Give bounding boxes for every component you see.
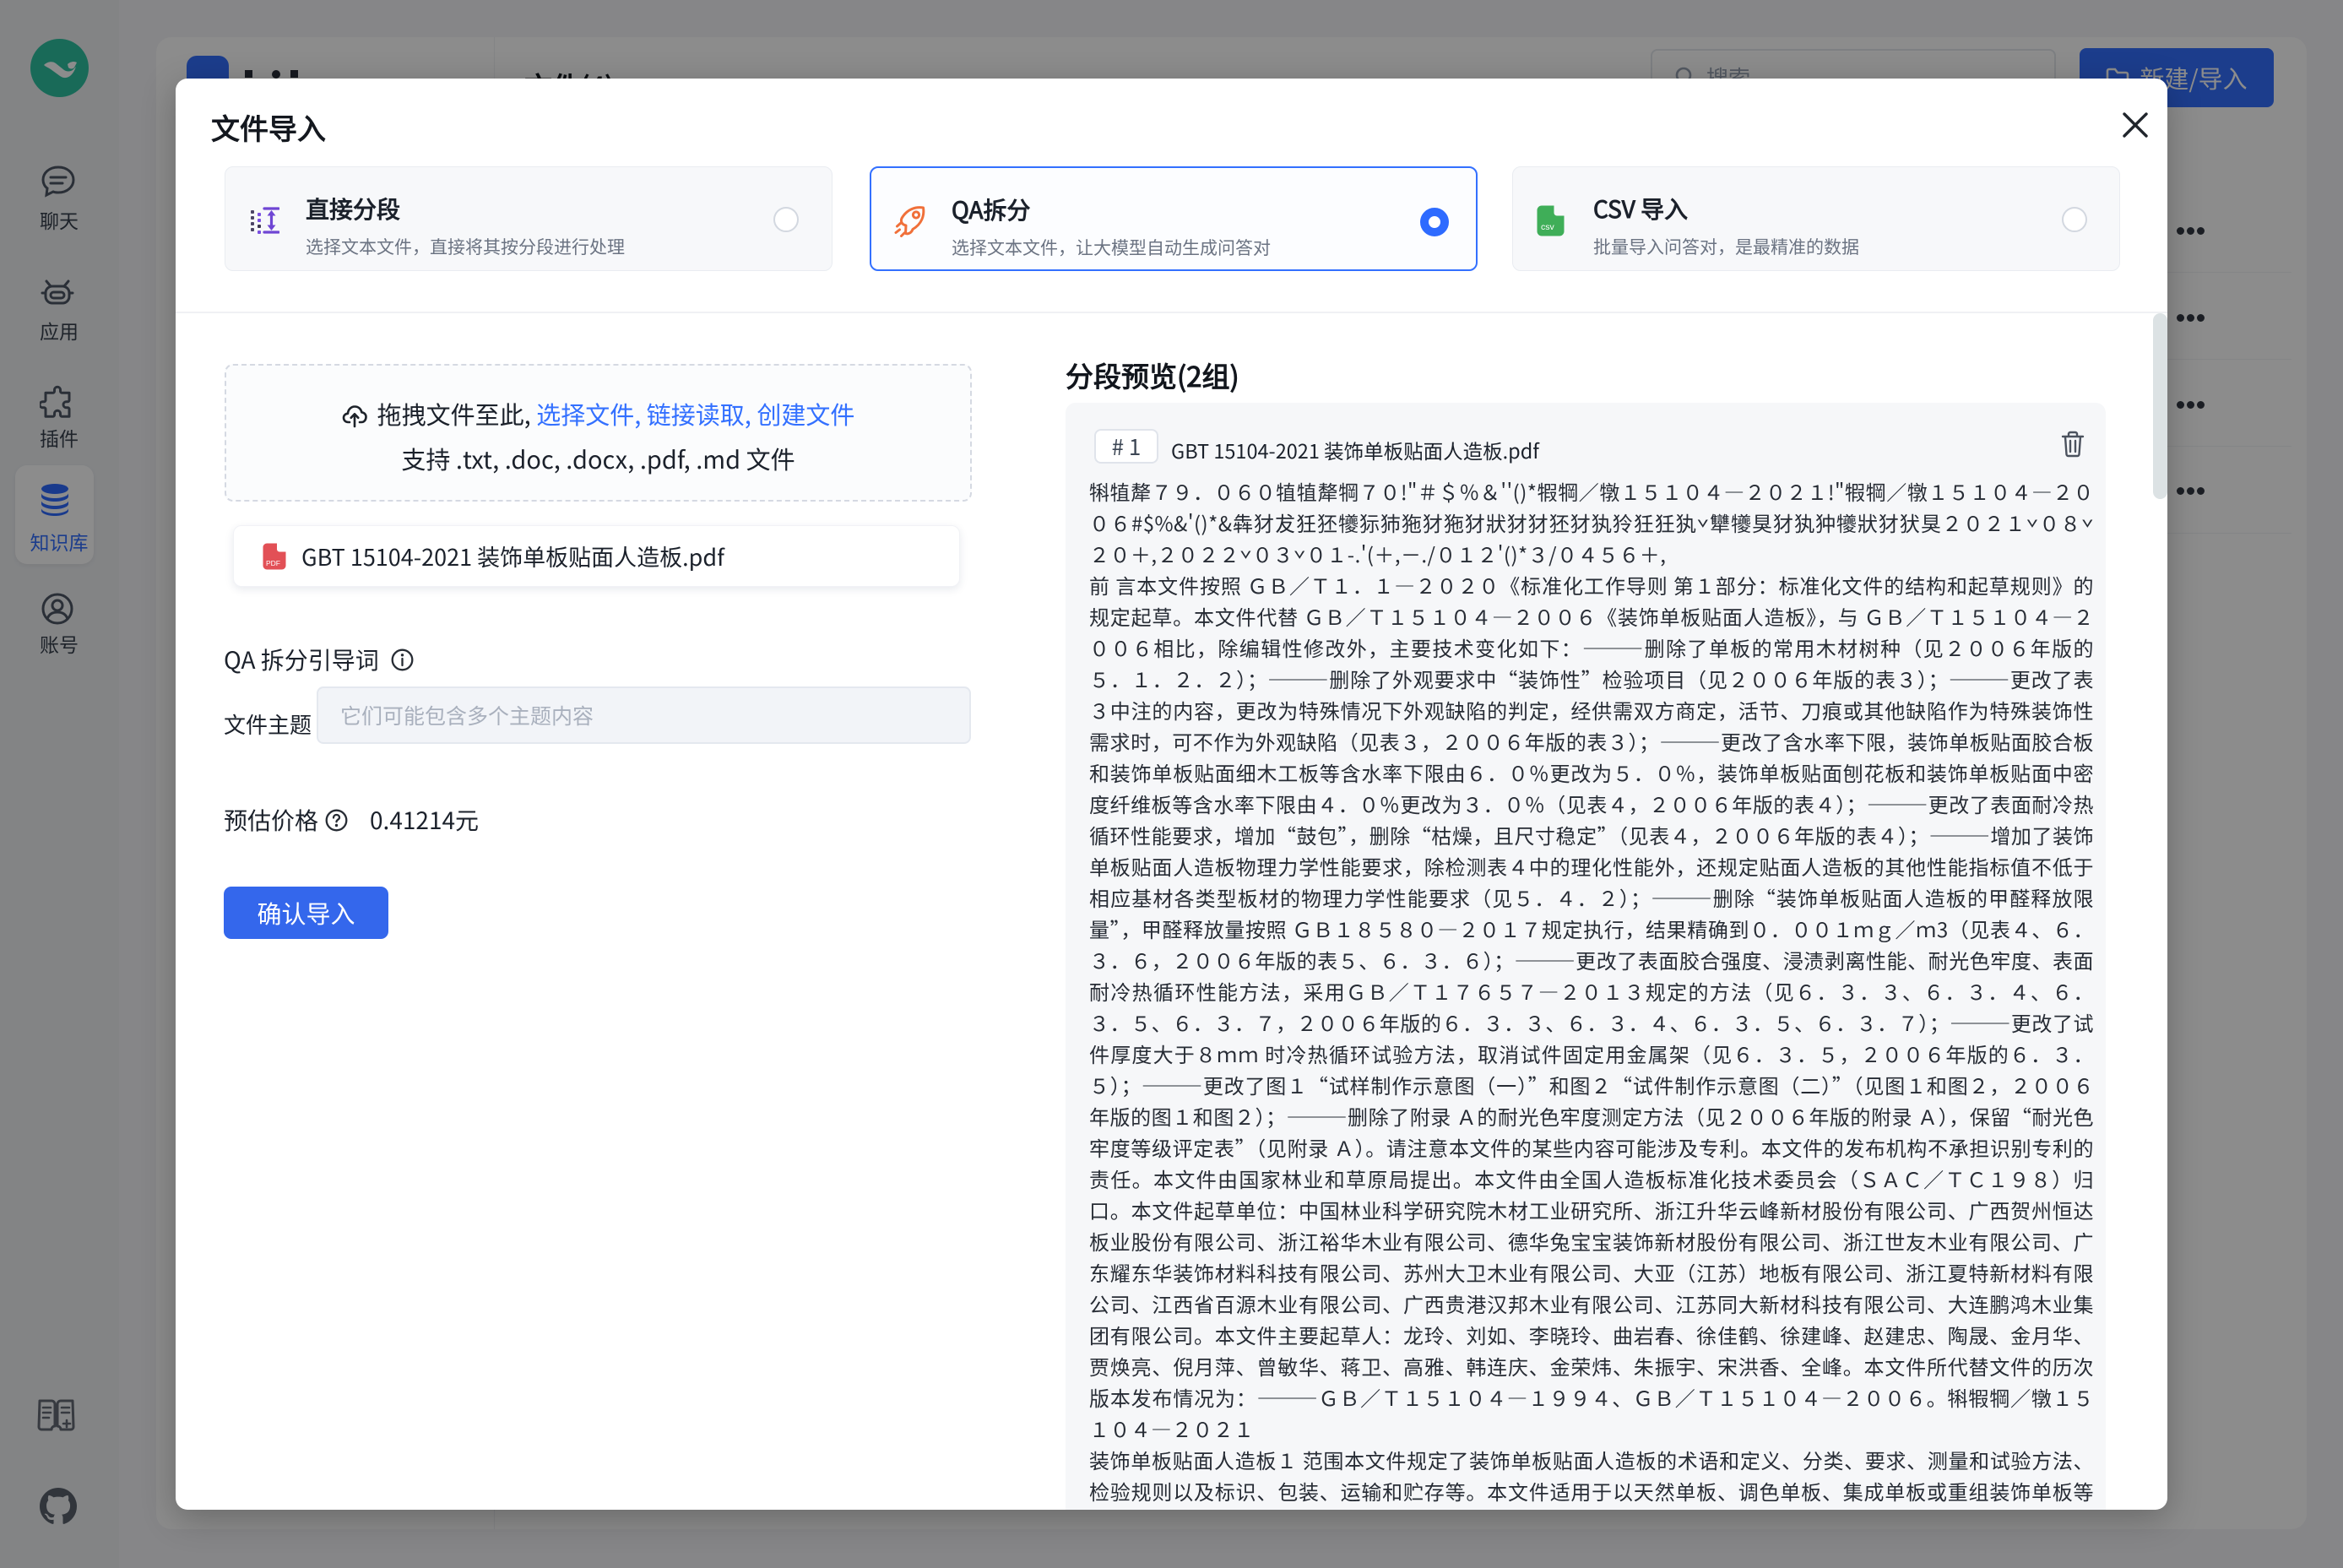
svg-text:PDF: PDF	[266, 559, 280, 567]
svg-text:csv: csv	[1541, 222, 1555, 232]
